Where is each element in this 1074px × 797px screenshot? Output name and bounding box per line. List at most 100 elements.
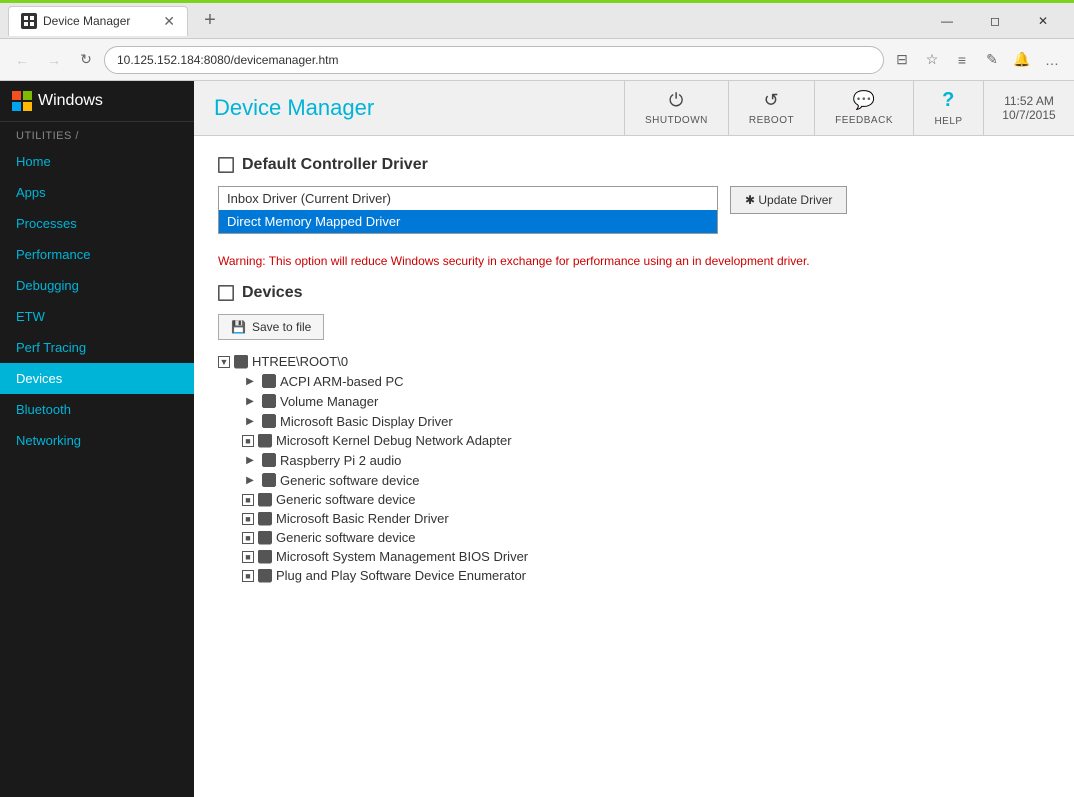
devices-section-icon xyxy=(218,285,234,301)
reboot-label: REBOOT xyxy=(749,115,794,126)
tree-root-device-icon xyxy=(234,355,248,369)
tree-label-kdbgnet: Microsoft Kernel Debug Network Adapter xyxy=(276,433,512,448)
tree-children: ▶ ACPI ARM-based PC ▶ Volume Manager xyxy=(242,371,1050,585)
tree-device-icon-volume xyxy=(262,394,276,408)
tree-sq-gsd2[interactable]: ■ xyxy=(242,494,254,506)
device-tree: ▼ HTREE\ROOT\0 ▶ ACPI ARM-based PC xyxy=(218,352,1050,585)
tree-device-icon-rpiaudio xyxy=(262,453,276,467)
tree-item-gsd2: ■ Generic software device xyxy=(242,490,1050,509)
tree-root-item: ▼ HTREE\ROOT\0 xyxy=(218,352,1050,371)
tree-device-icon-gsd1 xyxy=(262,473,276,487)
bookmark-icon[interactable]: ☆ xyxy=(918,46,946,74)
tree-expand-rpiaudio[interactable]: ▶ xyxy=(242,452,258,468)
tree-expand-gsd1[interactable]: ▶ xyxy=(242,472,258,488)
tree-item-pnp: ■ Plug and Play Software Device Enumerat… xyxy=(242,566,1050,585)
tree-label-gsd2: Generic software device xyxy=(276,492,415,507)
devices-section: Devices 💾 Save to file ▼ HTREE\ROOT\0 xyxy=(218,284,1050,585)
browser-tab[interactable]: Device Manager ✕ xyxy=(8,6,188,36)
close-btn[interactable]: ✕ xyxy=(1020,3,1066,39)
tree-expand-msbasicdd[interactable]: ▶ xyxy=(242,413,258,429)
sidebar-item-etw[interactable]: ETW xyxy=(0,301,194,332)
date-value: 10/7/2015 xyxy=(1002,108,1055,122)
sidebar-item-perf-tracing[interactable]: Perf Tracing xyxy=(0,332,194,363)
windows-logo-icon xyxy=(12,91,32,111)
tree-label-pnp: Plug and Play Software Device Enumerator xyxy=(276,568,526,583)
driver-section-header: Default Controller Driver xyxy=(218,156,1050,174)
tab-close-btn[interactable]: ✕ xyxy=(163,13,175,30)
tree-device-icon-gsd2 xyxy=(258,493,272,507)
sidebar-section-label: UTILITIES / xyxy=(0,122,194,146)
top-bar: Device Manager ⏻ SHUTDOWN ↺ REBOOT 💬 FEE… xyxy=(194,81,1074,136)
tree-sq-gsd3[interactable]: ■ xyxy=(242,532,254,544)
sidebar-item-home[interactable]: Home xyxy=(0,146,194,177)
sidebar-header: Windows xyxy=(0,81,194,122)
sidebar-item-processes[interactable]: Processes xyxy=(0,208,194,239)
sidebar-item-apps[interactable]: Apps xyxy=(0,177,194,208)
tree-label-gsd3: Generic software device xyxy=(276,530,415,545)
tree-root: ▼ HTREE\ROOT\0 ▶ ACPI ARM-based PC xyxy=(218,352,1050,585)
save-to-file-label: Save to file xyxy=(252,320,311,334)
reboot-btn[interactable]: ↺ REBOOT xyxy=(729,81,815,135)
back-btn[interactable]: ← xyxy=(8,46,36,74)
save-to-file-btn[interactable]: 💾 Save to file xyxy=(218,314,324,340)
tree-label-msbasicdd: Microsoft Basic Display Driver xyxy=(280,414,453,429)
shutdown-icon: ⏻ xyxy=(669,90,684,111)
tree-sq-pnp[interactable]: ■ xyxy=(242,570,254,582)
sidebar-nav: Home Apps Processes Performance Debuggin… xyxy=(0,146,194,797)
help-btn[interactable]: ? HELP xyxy=(914,81,984,135)
sidebar-item-devices[interactable]: Devices xyxy=(0,363,194,394)
sidebar-item-performance[interactable]: Performance xyxy=(0,239,194,270)
tree-item-acpi: ▶ ACPI ARM-based PC xyxy=(242,371,1050,391)
shutdown-btn[interactable]: ⏻ SHUTDOWN xyxy=(625,81,729,135)
tree-sq-msbrd[interactable]: ■ xyxy=(242,513,254,525)
tree-sq-smbios[interactable]: ■ xyxy=(242,551,254,563)
address-bar: ← → ↻ ⊟ ☆ ≡ ✎ 🔔 … xyxy=(0,39,1074,81)
new-tab-btn[interactable]: + xyxy=(196,7,224,35)
driver-option-inbox[interactable]: Inbox Driver (Current Driver) xyxy=(219,187,717,210)
tree-label-rpiaudio: Raspberry Pi 2 audio xyxy=(280,453,401,468)
sidebar-item-networking[interactable]: Networking xyxy=(0,425,194,456)
more-options-icon[interactable]: … xyxy=(1038,46,1066,74)
driver-section-icon xyxy=(218,157,234,173)
tree-item-volume: ▶ Volume Manager xyxy=(242,391,1050,411)
maximize-btn[interactable]: ◻ xyxy=(972,3,1018,39)
sidebar-item-debugging[interactable]: Debugging xyxy=(0,270,194,301)
tree-device-icon-smbios xyxy=(258,550,272,564)
minimize-btn[interactable]: — xyxy=(924,3,970,39)
notifications-icon[interactable]: 🔔 xyxy=(1008,46,1036,74)
url-input[interactable] xyxy=(104,46,884,74)
tree-item-gsd3: ■ Generic software device xyxy=(242,528,1050,547)
hamburger-menu-icon[interactable]: ≡ xyxy=(948,46,976,74)
tree-device-icon-acpi xyxy=(262,374,276,388)
page-title-area: Device Manager xyxy=(194,81,624,135)
tree-item-msbrd: ■ Microsoft Basic Render Driver xyxy=(242,509,1050,528)
save-icon: 💾 xyxy=(231,320,246,334)
tree-item-gsd1: ▶ Generic software device xyxy=(242,470,1050,490)
tree-root-expand[interactable]: ▼ xyxy=(218,356,230,368)
tree-expand-volume[interactable]: ▶ xyxy=(242,393,258,409)
refresh-btn[interactable]: ↻ xyxy=(72,46,100,74)
reader-view-icon[interactable]: ⊟ xyxy=(888,46,916,74)
tree-item-smbios: ■ Microsoft System Management BIOS Drive… xyxy=(242,547,1050,566)
tree-label-volume: Volume Manager xyxy=(280,394,378,409)
devices-section-header: Devices xyxy=(218,284,1050,302)
page-title: Device Manager xyxy=(214,95,374,121)
top-actions: ⏻ SHUTDOWN ↺ REBOOT 💬 FEEDBACK ? HELP 11… xyxy=(624,81,1074,135)
forward-btn[interactable]: → xyxy=(40,46,68,74)
driver-section: Default Controller Driver Inbox Driver (… xyxy=(218,156,1050,268)
tree-device-icon-msbasicdd xyxy=(262,414,276,428)
tab-bar: Device Manager ✕ + — ◻ ✕ xyxy=(0,3,1074,39)
feedback-btn[interactable]: 💬 FEEDBACK xyxy=(815,81,914,135)
tree-device-icon-pnp xyxy=(258,569,272,583)
driver-option-direct-memory[interactable]: Direct Memory Mapped Driver xyxy=(219,210,717,233)
page-content: Default Controller Driver Inbox Driver (… xyxy=(194,136,1074,797)
driver-listbox[interactable]: Inbox Driver (Current Driver) Direct Mem… xyxy=(218,186,718,234)
tree-sq-kdbgnet[interactable]: ■ xyxy=(242,435,254,447)
update-driver-btn[interactable]: ✱ Update Driver xyxy=(730,186,847,214)
content-area: Device Manager ⏻ SHUTDOWN ↺ REBOOT 💬 FEE… xyxy=(194,81,1074,797)
warning-text: Warning: This option will reduce Windows… xyxy=(218,254,1050,268)
tree-device-icon-kdbgnet xyxy=(258,434,272,448)
edit-icon[interactable]: ✎ xyxy=(978,46,1006,74)
tree-expand-acpi[interactable]: ▶ xyxy=(242,373,258,389)
sidebar-item-bluetooth[interactable]: Bluetooth xyxy=(0,394,194,425)
